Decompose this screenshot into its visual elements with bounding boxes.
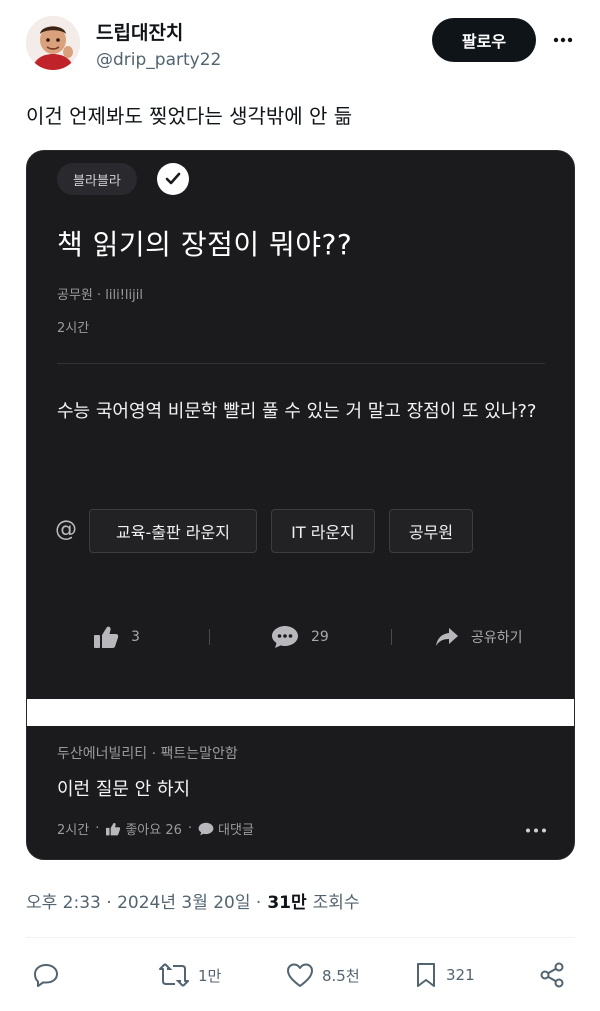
- divider: [57, 363, 545, 364]
- like-button[interactable]: 8.5천: [286, 955, 360, 995]
- thumbs-up-icon: [106, 822, 121, 835]
- avatar[interactable]: [26, 16, 80, 70]
- post-time: 2시간: [57, 321, 90, 336]
- reply-button[interactable]: [32, 955, 68, 995]
- post-actions: 3 29 공유하기: [27, 617, 574, 657]
- heart-icon: [287, 963, 313, 987]
- views-label: 조회수: [312, 893, 360, 913]
- view-count: 31만: [267, 893, 307, 913]
- tag: 교육-출판 라운지: [89, 509, 257, 553]
- retweet-icon: [159, 963, 189, 987]
- tweet-actions: 1만 8.5천 321: [0, 955, 600, 995]
- comment-time: 2시간: [57, 823, 90, 838]
- community-chip: 블라블라: [57, 163, 137, 195]
- separator: [391, 629, 392, 645]
- share-arrow-icon: [436, 628, 458, 646]
- display-name[interactable]: 드립대잔치: [96, 18, 183, 45]
- image-gap: [27, 699, 574, 726]
- tweet-timestamp: 오후 2:33 · 2024년 3월 20일 · 31만 조회수: [26, 888, 360, 913]
- post-title: 책 읽기의 장점이 뭐야??: [57, 228, 353, 261]
- post-body: 수능 국어영역 비문학 빨리 풀 수 있는 거 말고 장점이 또 있나??: [57, 401, 537, 422]
- at-icon: @: [55, 517, 77, 542]
- comment-text: 이런 질문 안 하지: [57, 779, 191, 800]
- comment-likes: 좋아요 26: [125, 823, 182, 838]
- tag: IT 라운지: [271, 509, 375, 553]
- tweet-header: 드립대잔치 @drip_party22 팔로우: [0, 0, 600, 90]
- comment-count: 29: [311, 629, 329, 645]
- bookmark-icon: [417, 963, 435, 987]
- retweet-button[interactable]: 1만: [158, 955, 221, 995]
- bookmark-button[interactable]: 321: [414, 955, 475, 995]
- tweet-text: 이건 언제봐도 찢었다는 생각밖에 안 듦: [26, 104, 353, 128]
- checkmark-icon: [157, 163, 189, 195]
- divider: [26, 937, 575, 938]
- bookmark-count: 321: [446, 966, 475, 984]
- dot-separator: ·: [187, 821, 193, 836]
- thumbs-up-icon: [94, 626, 119, 648]
- separator: [209, 629, 210, 645]
- share-button[interactable]: [538, 955, 574, 995]
- reply-icon: [34, 964, 58, 987]
- post-comments: 29: [271, 617, 329, 657]
- post-meta: 공무원 · lili!lijil: [57, 288, 143, 303]
- timestamp-date[interactable]: 오후 2:33 · 2024년 3월 20일 ·: [26, 888, 261, 913]
- like-count: 3: [131, 629, 140, 645]
- follow-button[interactable]: 팔로우: [432, 18, 536, 62]
- embedded-image[interactable]: 블라블라 책 읽기의 장점이 뭐야?? 공무원 · lili!lijil 2시간…: [26, 150, 575, 860]
- retweet-count: 1만: [198, 966, 222, 985]
- speech-bubble-icon: [272, 626, 298, 648]
- post-share: 공유하기: [435, 617, 523, 657]
- reply-label: 대댓글: [218, 823, 254, 838]
- share-label: 공유하기: [471, 630, 523, 646]
- share-icon: [540, 962, 564, 988]
- dot-separator: ·: [95, 821, 100, 836]
- tag: 공무원: [389, 509, 473, 553]
- comment-meta: 2시간 · 좋아요 26 · 대댓글: [57, 819, 254, 838]
- post-like: 3: [93, 617, 140, 657]
- comment-author: 두산에너빌리티 · 팩트는말안함: [57, 746, 238, 762]
- speech-bubble-icon: [198, 822, 214, 835]
- more-options-icon[interactable]: [548, 26, 578, 54]
- more-options-icon: [521, 823, 551, 837]
- user-handle[interactable]: @drip_party22: [96, 50, 221, 70]
- like-count: 8.5천: [322, 966, 360, 985]
